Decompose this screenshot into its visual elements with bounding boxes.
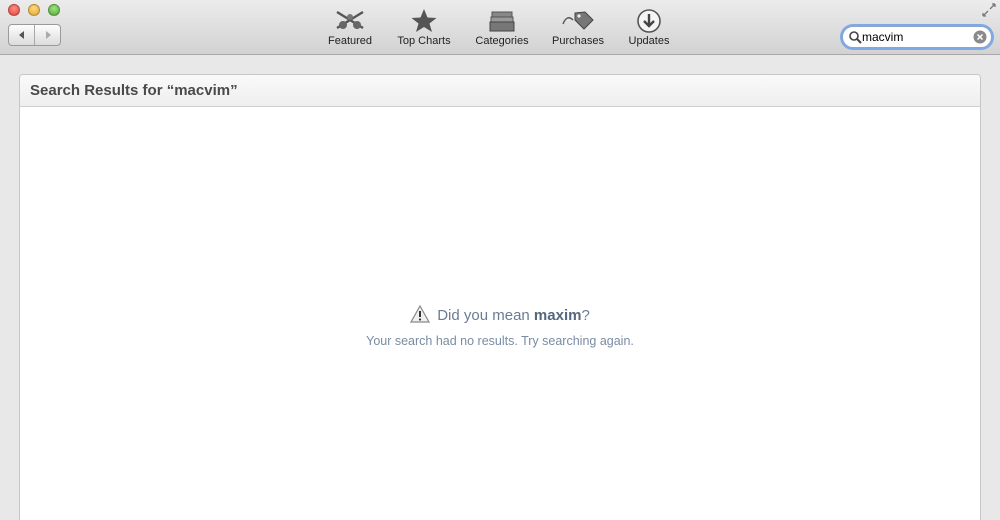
suggestion-prefix: Did you mean bbox=[437, 307, 534, 324]
search-input[interactable] bbox=[862, 29, 974, 45]
suggestion-suffix: ? bbox=[581, 307, 590, 324]
toolbar: Featured Top Charts Categories Purchases bbox=[0, 0, 1000, 55]
window-controls bbox=[8, 4, 60, 16]
tab-top-charts[interactable]: Top Charts bbox=[392, 8, 456, 52]
tab-label: Updates bbox=[628, 35, 670, 47]
tab-updates[interactable]: Updates bbox=[620, 8, 678, 52]
suggestion-link[interactable]: maxim bbox=[534, 307, 582, 324]
tab-purchases[interactable]: Purchases bbox=[546, 8, 610, 52]
clear-search-icon[interactable] bbox=[973, 30, 987, 44]
tab-label: Featured bbox=[327, 35, 373, 47]
header-query: “macvim” bbox=[166, 82, 238, 99]
categories-icon bbox=[489, 11, 515, 32]
triangle-left-icon bbox=[18, 31, 24, 39]
tab-label: Categories bbox=[475, 35, 529, 47]
suggestion-line: Did you mean maxim? bbox=[20, 305, 980, 324]
back-button[interactable] bbox=[9, 25, 34, 45]
close-button[interactable] bbox=[8, 4, 20, 16]
featured-icon bbox=[336, 10, 364, 30]
search-field[interactable] bbox=[842, 26, 992, 48]
forward-button[interactable] bbox=[34, 25, 60, 45]
no-results-message: Your search had no results. Try searchin… bbox=[366, 334, 634, 348]
tab-categories[interactable]: Categories bbox=[470, 8, 534, 52]
tab-label: Top Charts bbox=[397, 35, 451, 47]
triangle-right-icon bbox=[45, 31, 51, 39]
results-header: Search Results for “macvim” bbox=[20, 75, 980, 107]
warning-icon bbox=[410, 305, 431, 323]
fullscreen-icon[interactable] bbox=[982, 3, 996, 17]
zoom-button[interactable] bbox=[48, 4, 60, 16]
tag-icon bbox=[562, 11, 594, 30]
header-prefix: Search Results for bbox=[30, 82, 167, 99]
tab-featured[interactable]: Featured bbox=[316, 8, 384, 52]
minimize-button[interactable] bbox=[28, 4, 40, 16]
tab-label: Purchases bbox=[552, 35, 604, 47]
back-forward-control bbox=[8, 24, 61, 46]
download-arrow-icon bbox=[637, 9, 661, 33]
star-icon bbox=[411, 9, 437, 32]
search-icon bbox=[849, 31, 862, 44]
results-panel: Search Results for “macvim” Did you mean… bbox=[19, 74, 981, 520]
page-title: Search Results for “macvim” bbox=[30, 82, 238, 99]
